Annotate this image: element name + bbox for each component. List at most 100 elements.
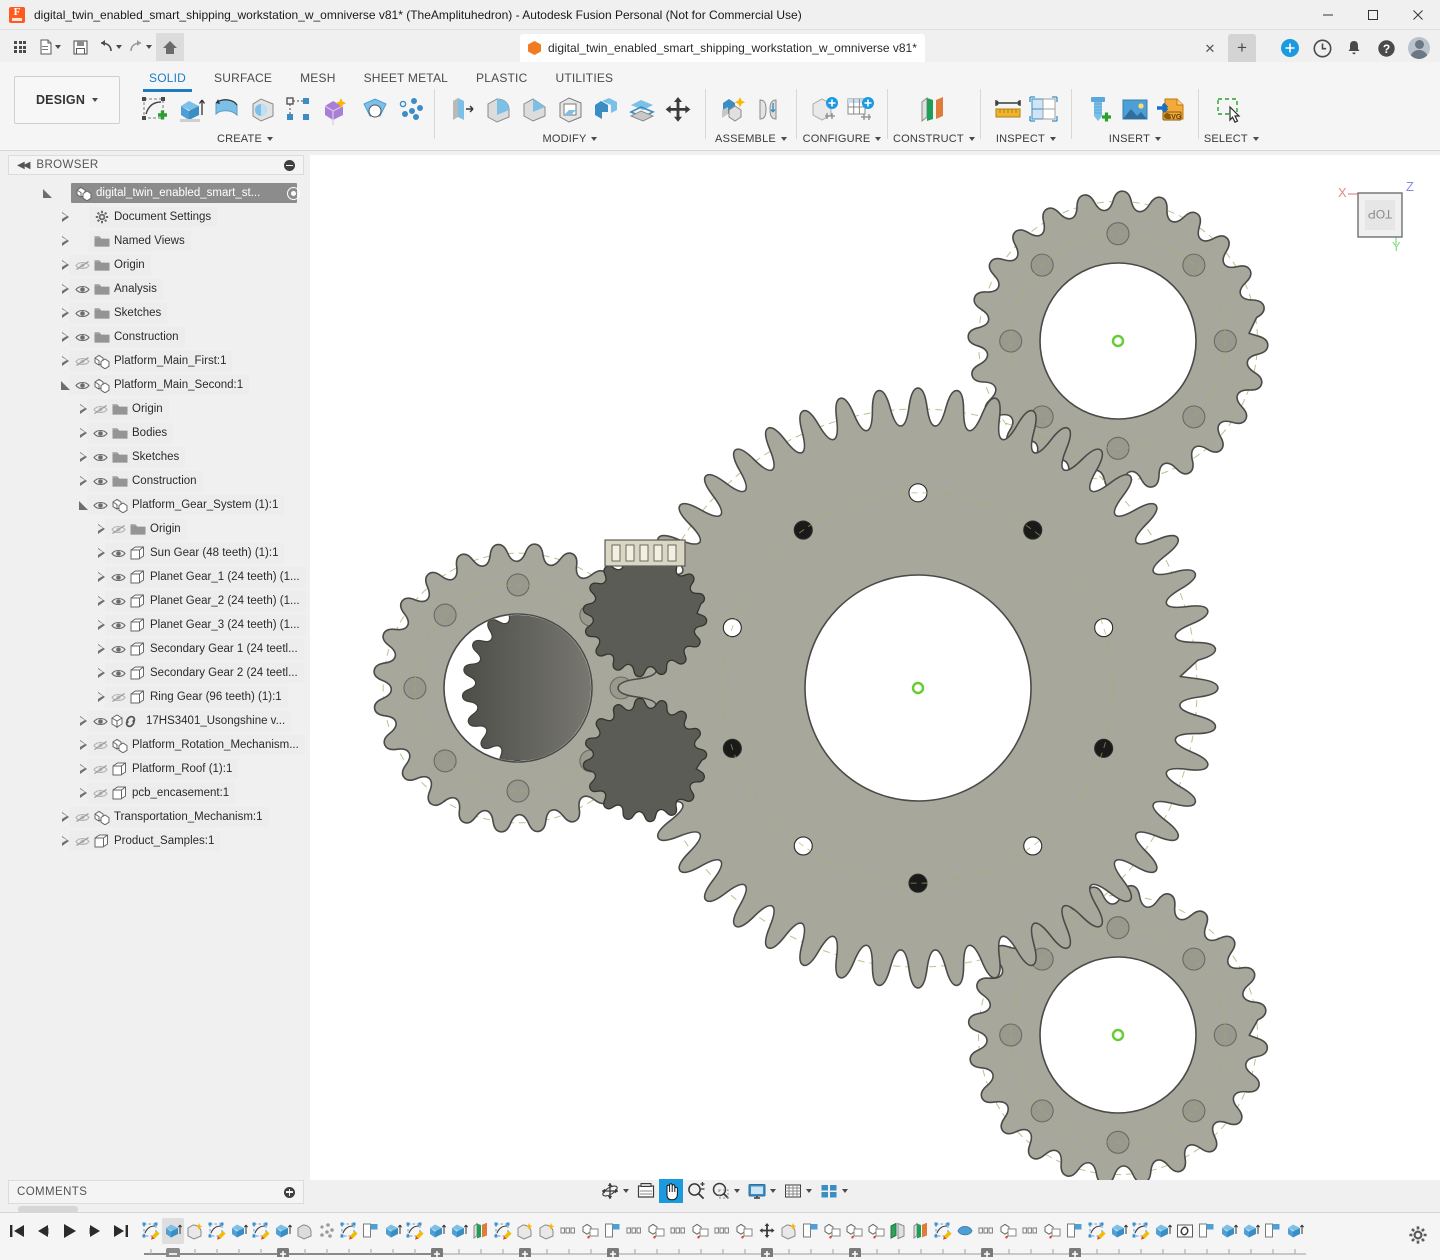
close-button[interactable] [1395, 0, 1440, 30]
timeline-feature-joint[interactable] [998, 1218, 1020, 1244]
timeline-feature-extrude[interactable] [448, 1218, 470, 1244]
tree-node[interactable]: Transportation_Mechanism:1 [8, 805, 304, 829]
tree-expand-closed-icon[interactable] [94, 591, 108, 611]
pan-icon[interactable] [659, 1179, 683, 1203]
document-tab-close-icon[interactable]: ✕ [1203, 42, 1217, 56]
undo-icon[interactable] [96, 33, 124, 61]
play-button[interactable] [60, 1221, 78, 1241]
display-settings-dropdown-icon[interactable] [770, 1189, 776, 1193]
timeline-feature-sketch[interactable] [206, 1218, 228, 1244]
step-forward-button[interactable] [86, 1221, 104, 1241]
tree-node[interactable]: Secondary Gear 2 (24 teetl... [8, 661, 304, 685]
timeline-feature-sketch[interactable] [404, 1218, 426, 1244]
timeline-ruler[interactable] [140, 1247, 1326, 1257]
grid-snaps-icon[interactable] [781, 1179, 805, 1203]
visibility-on-icon[interactable] [108, 639, 128, 659]
timeline-feature-joint[interactable] [646, 1218, 668, 1244]
tree-node[interactable]: Planet Gear_3 (24 teeth) (1... [8, 613, 304, 637]
grid-snaps-dropdown-icon[interactable] [806, 1189, 812, 1193]
timeline-feature-fillet[interactable] [294, 1218, 316, 1244]
tree-expand-closed-icon[interactable] [58, 807, 72, 827]
view-cube[interactable]: X Z Y TOP [1330, 175, 1422, 261]
account-avatar[interactable] [1408, 37, 1430, 59]
visibility-on-icon[interactable] [108, 615, 128, 635]
timeline-feature-extrude[interactable] [162, 1218, 184, 1244]
timeline-feature-extrude[interactable] [1284, 1218, 1306, 1244]
visibility-off-icon[interactable] [90, 783, 110, 803]
go-to-end-button[interactable] [112, 1221, 130, 1241]
visibility-off-icon[interactable] [90, 399, 110, 419]
viewports-icon[interactable] [817, 1179, 841, 1203]
timeline-feature-sketch[interactable] [1086, 1218, 1108, 1244]
display-settings-icon[interactable] [745, 1179, 769, 1203]
visibility-off-icon[interactable] [108, 687, 128, 707]
tree-expand-closed-icon[interactable] [58, 231, 72, 251]
tree-node[interactable]: Analysis [8, 277, 304, 301]
timeline-feature-group[interactable] [976, 1218, 998, 1244]
create-form-icon[interactable] [317, 91, 353, 129]
panel-modify-label[interactable]: MODIFY [543, 131, 598, 147]
panel-create-label[interactable]: CREATE [217, 131, 273, 147]
timeline-feature-joint[interactable] [822, 1218, 844, 1244]
tree-node[interactable]: Ring Gear (96 teeth) (1):1 [8, 685, 304, 709]
joint-icon[interactable] [751, 91, 787, 129]
timeline-feature-mirror[interactable] [888, 1218, 910, 1244]
measure-icon[interactable] [990, 91, 1026, 129]
tree-node[interactable]: Construction [8, 325, 304, 349]
timeline-marker[interactable] [166, 1248, 180, 1257]
tree-node[interactable]: pcb_encasement:1 [8, 781, 304, 805]
tab-solid[interactable]: SOLID [135, 67, 200, 89]
timeline-feature-extrude[interactable] [426, 1218, 448, 1244]
tree-node[interactable]: Sketches [8, 301, 304, 325]
maximize-button[interactable] [1350, 0, 1395, 30]
minus-circle-icon[interactable] [284, 160, 295, 171]
orbit-dropdown-icon[interactable] [623, 1189, 629, 1193]
visibility-on-icon[interactable] [90, 711, 110, 731]
timeline-feature-plane[interactable] [360, 1218, 382, 1244]
timeline-feature-joint[interactable] [690, 1218, 712, 1244]
visibility-off-icon[interactable] [108, 519, 128, 539]
revolve-icon[interactable] [209, 91, 245, 129]
new-component-icon[interactable] [715, 91, 751, 129]
timeline-track[interactable] [140, 1217, 1390, 1257]
insert-svg-icon[interactable]: SVG [1153, 91, 1189, 129]
timeline-feature-sketch[interactable] [250, 1218, 272, 1244]
tree-node[interactable]: Product_Samples:1 [8, 829, 304, 853]
timeline-feature-fillet-star[interactable] [778, 1218, 800, 1244]
tree-node[interactable]: Sketches [8, 445, 304, 469]
tab-plastic[interactable]: PLASTIC [462, 67, 541, 89]
tree-node[interactable]: Origin [8, 517, 304, 541]
tree-node[interactable]: Construction [8, 469, 304, 493]
visibility-on-icon[interactable] [90, 495, 110, 515]
visibility-on-icon[interactable] [72, 327, 92, 347]
timeline-feature-plane[interactable] [1262, 1218, 1284, 1244]
go-to-start-button[interactable] [8, 1221, 26, 1241]
tree-node[interactable]: Planet Gear_1 (24 teeth) (1... [8, 565, 304, 589]
timeline-feature-sketch[interactable] [140, 1218, 162, 1244]
extrude-icon[interactable] [173, 91, 209, 129]
move-copy-icon[interactable] [660, 91, 696, 129]
timeline-feature-sketch[interactable] [338, 1218, 360, 1244]
insert-image-icon[interactable] [1117, 91, 1153, 129]
tree-expand-closed-icon[interactable] [58, 303, 72, 323]
timeline-feature-plane[interactable] [800, 1218, 822, 1244]
insert-mcmaster-icon[interactable] [1081, 91, 1117, 129]
timeline-feature-fillet-star[interactable] [536, 1218, 558, 1244]
tree-node[interactable]: Origin [8, 253, 304, 277]
tree-expand-open-icon[interactable] [58, 375, 72, 395]
panel-construct-label[interactable]: CONSTRUCT [893, 131, 975, 147]
zoom-window-icon[interactable] [709, 1179, 733, 1203]
timeline-feature-pattern-dots[interactable] [316, 1218, 338, 1244]
timeline-feature-link[interactable] [1174, 1218, 1196, 1244]
tree-expand-closed-icon[interactable] [58, 831, 72, 851]
tree-node[interactable]: Secondary Gear 1 (24 teetl... [8, 637, 304, 661]
home-icon[interactable] [156, 33, 184, 61]
timeline-feature-extrude[interactable] [1152, 1218, 1174, 1244]
timeline-feature-group[interactable] [1020, 1218, 1042, 1244]
timeline-feature-group[interactable] [558, 1218, 580, 1244]
create-sketch-icon[interactable] [137, 91, 173, 129]
visibility-on-icon[interactable] [72, 279, 92, 299]
create-sheet-metal-icon[interactable] [357, 91, 393, 129]
visibility-on-icon[interactable] [72, 375, 92, 395]
visibility-on-icon[interactable] [90, 447, 110, 467]
